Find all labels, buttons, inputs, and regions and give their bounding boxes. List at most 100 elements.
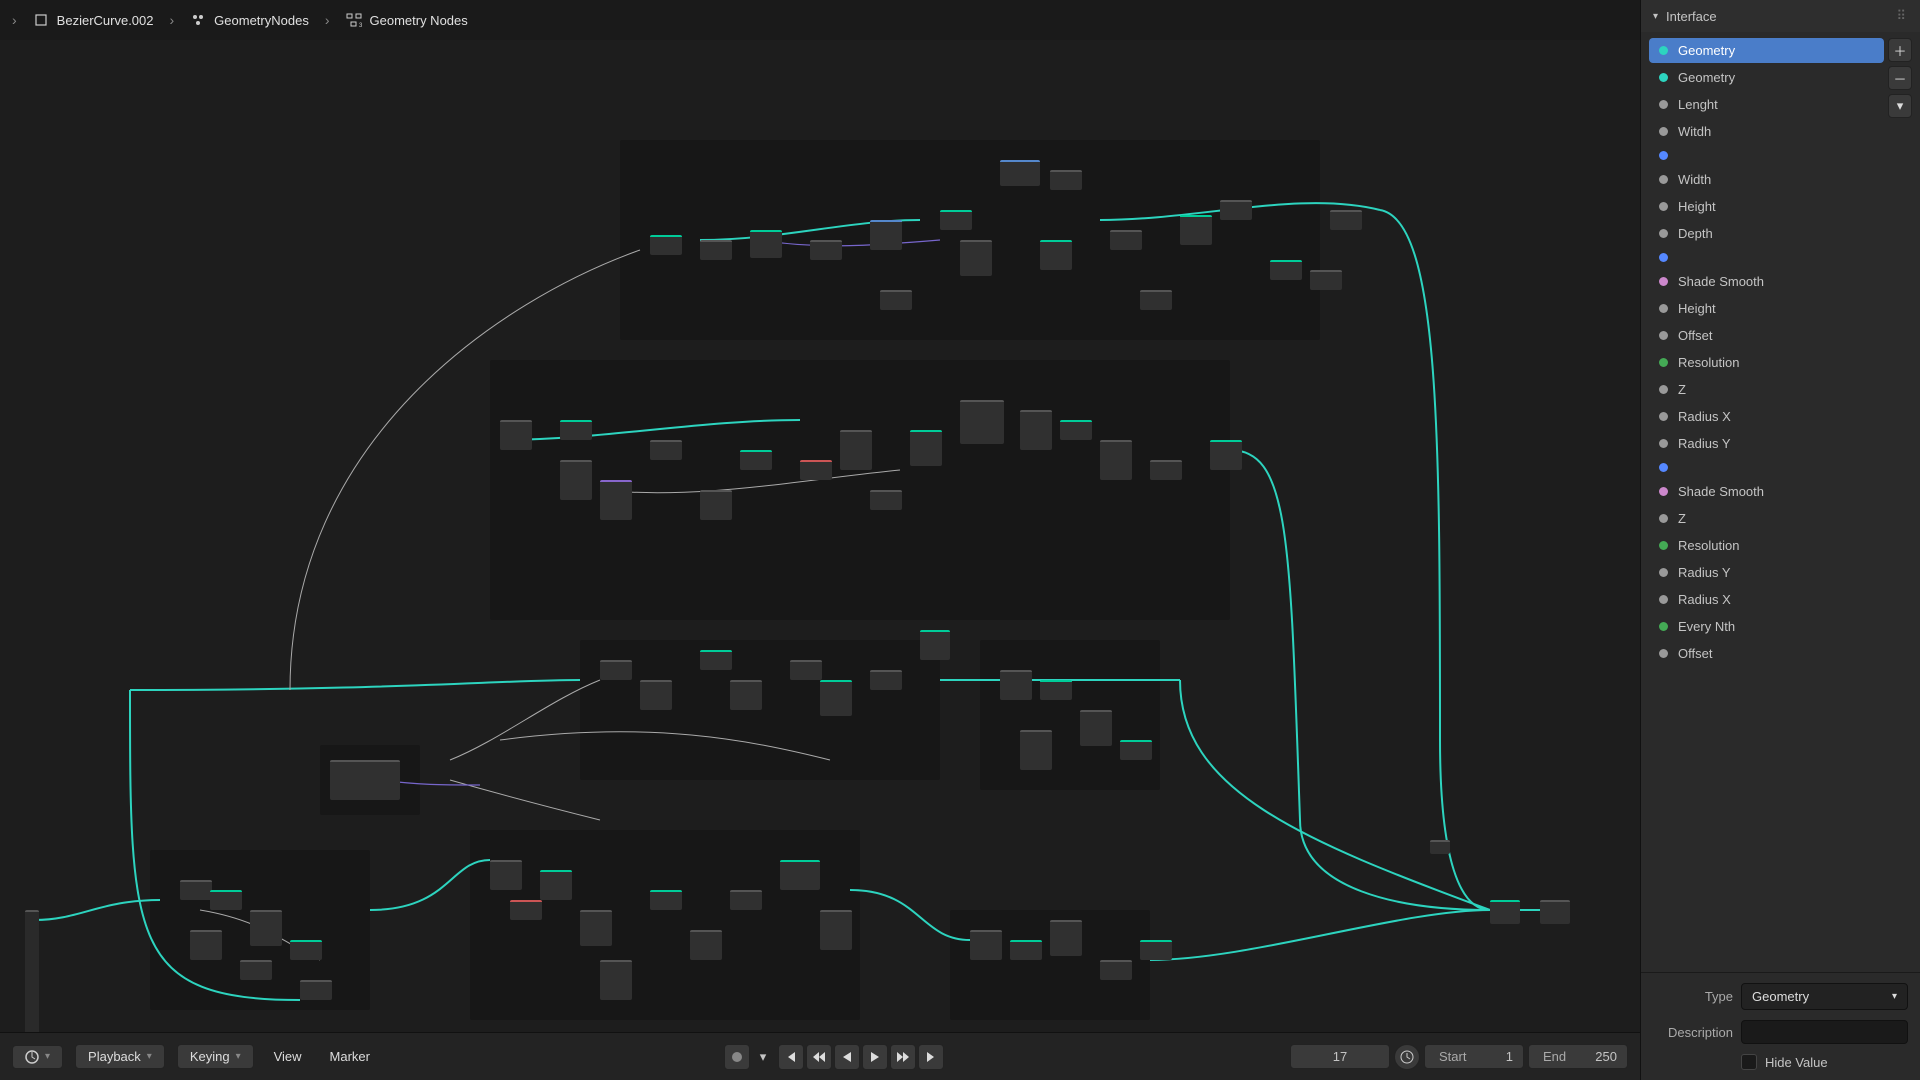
node[interactable] bbox=[500, 420, 532, 450]
node[interactable] bbox=[1180, 215, 1212, 245]
node[interactable] bbox=[650, 440, 682, 460]
node[interactable] bbox=[180, 880, 212, 900]
node[interactable] bbox=[750, 230, 782, 258]
node[interactable] bbox=[240, 960, 272, 980]
node[interactable] bbox=[580, 910, 612, 946]
node[interactable] bbox=[880, 290, 912, 310]
socket-row[interactable]: Radius Y bbox=[1649, 560, 1884, 585]
node[interactable] bbox=[1020, 410, 1052, 450]
socket-row[interactable]: Lenght bbox=[1649, 92, 1884, 117]
socket-row[interactable] bbox=[1649, 458, 1884, 477]
node[interactable] bbox=[810, 240, 842, 260]
socket-row[interactable]: Z bbox=[1649, 377, 1884, 402]
socket-row[interactable] bbox=[1649, 248, 1884, 267]
node[interactable] bbox=[1080, 710, 1112, 746]
node[interactable] bbox=[970, 930, 1002, 960]
marker-menu[interactable]: Marker bbox=[322, 1045, 378, 1068]
clock-icon[interactable] bbox=[1394, 1044, 1420, 1070]
node[interactable] bbox=[790, 660, 822, 680]
node[interactable] bbox=[870, 490, 902, 510]
node[interactable] bbox=[1150, 460, 1182, 480]
node[interactable] bbox=[510, 900, 542, 920]
socket-row[interactable]: Offset bbox=[1649, 323, 1884, 348]
node[interactable] bbox=[640, 680, 672, 710]
socket-row[interactable]: Height bbox=[1649, 194, 1884, 219]
node[interactable] bbox=[600, 660, 632, 680]
socket-row[interactable]: Witdh bbox=[1649, 119, 1884, 144]
view-menu[interactable]: View bbox=[266, 1045, 310, 1068]
node[interactable] bbox=[490, 860, 522, 890]
node[interactable] bbox=[820, 910, 852, 950]
node[interactable] bbox=[820, 680, 852, 716]
node[interactable] bbox=[1060, 420, 1092, 440]
socket-row[interactable]: Radius Y bbox=[1649, 431, 1884, 456]
node[interactable] bbox=[920, 630, 950, 660]
keying-menu[interactable]: Keying ▾ bbox=[177, 1044, 254, 1069]
node[interactable] bbox=[730, 680, 762, 710]
socket-row[interactable]: Width bbox=[1649, 167, 1884, 192]
socket-row[interactable]: Shade Smooth bbox=[1649, 479, 1884, 504]
socket-row[interactable] bbox=[1649, 146, 1884, 165]
group-input-node[interactable] bbox=[25, 910, 39, 1032]
node[interactable] bbox=[290, 940, 322, 960]
node[interactable] bbox=[600, 960, 632, 1000]
editor-type-selector[interactable]: ▾ bbox=[12, 1045, 63, 1069]
node[interactable] bbox=[910, 430, 942, 466]
interface-panel-header[interactable]: ▾ Interface ⠿ bbox=[1641, 0, 1920, 32]
node[interactable] bbox=[1050, 920, 1082, 956]
socket-row[interactable]: Geometry bbox=[1649, 38, 1884, 63]
node[interactable] bbox=[800, 460, 832, 480]
node[interactable] bbox=[1330, 210, 1362, 230]
socket-row[interactable]: Radius X bbox=[1649, 404, 1884, 429]
play-button[interactable] bbox=[862, 1044, 888, 1070]
node[interactable] bbox=[1040, 240, 1072, 270]
node[interactable] bbox=[690, 930, 722, 960]
node[interactable] bbox=[190, 930, 222, 960]
auto-key-toggle[interactable] bbox=[724, 1044, 750, 1070]
node[interactable] bbox=[1110, 230, 1142, 250]
breadcrumb-object[interactable]: BezierCurve.002 bbox=[33, 12, 154, 28]
jump-to-end-button[interactable] bbox=[918, 1044, 944, 1070]
node[interactable] bbox=[1100, 440, 1132, 480]
node[interactable] bbox=[1310, 270, 1342, 290]
socket-row[interactable]: Every Nth bbox=[1649, 614, 1884, 639]
node[interactable] bbox=[650, 890, 682, 910]
play-reverse-button[interactable] bbox=[834, 1044, 860, 1070]
playback-menu[interactable]: Playback ▾ bbox=[75, 1044, 165, 1069]
socket-row[interactable]: Geometry bbox=[1649, 65, 1884, 90]
node[interactable] bbox=[1100, 960, 1132, 980]
end-frame-field[interactable]: End 250 bbox=[1528, 1044, 1628, 1069]
socket-row[interactable]: Resolution bbox=[1649, 350, 1884, 375]
node[interactable] bbox=[740, 450, 772, 470]
node[interactable] bbox=[960, 240, 992, 276]
node[interactable] bbox=[730, 890, 762, 910]
node[interactable] bbox=[700, 650, 732, 670]
add-socket-button[interactable]: ＋ bbox=[1888, 38, 1912, 62]
socket-row[interactable]: Offset bbox=[1649, 641, 1884, 666]
node[interactable] bbox=[1270, 260, 1302, 280]
chevron-down-icon[interactable]: ▾ bbox=[760, 1049, 767, 1065]
node[interactable] bbox=[1210, 440, 1242, 470]
type-select[interactable]: Geometry ▾ bbox=[1741, 983, 1908, 1010]
node[interactable] bbox=[1010, 940, 1042, 960]
socket-row[interactable]: Height bbox=[1649, 296, 1884, 321]
node[interactable] bbox=[940, 210, 972, 230]
node[interactable] bbox=[1040, 680, 1072, 700]
node[interactable] bbox=[1020, 730, 1052, 770]
jump-to-start-button[interactable] bbox=[778, 1044, 804, 1070]
node[interactable] bbox=[650, 235, 682, 255]
node[interactable] bbox=[1490, 900, 1520, 924]
node[interactable] bbox=[960, 400, 1004, 444]
node[interactable] bbox=[600, 480, 632, 520]
node[interactable] bbox=[540, 870, 572, 900]
start-frame-field[interactable]: Start 1 bbox=[1424, 1044, 1524, 1069]
socket-row[interactable]: Z bbox=[1649, 506, 1884, 531]
hide-value-checkbox[interactable] bbox=[1741, 1054, 1757, 1070]
jump-keyframe-back-button[interactable] bbox=[806, 1044, 832, 1070]
node[interactable] bbox=[210, 890, 242, 910]
node[interactable] bbox=[1220, 200, 1252, 220]
node[interactable] bbox=[700, 240, 732, 260]
node[interactable] bbox=[1000, 160, 1040, 186]
socket-row[interactable]: Shade Smooth bbox=[1649, 269, 1884, 294]
node[interactable] bbox=[1140, 290, 1172, 310]
